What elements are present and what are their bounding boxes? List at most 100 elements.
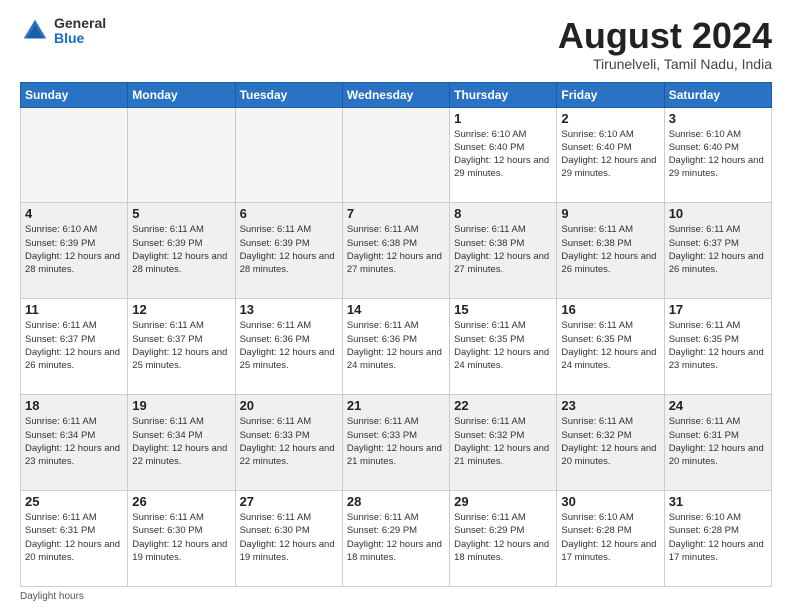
- calendar-day: 31 Sunrise: 6:10 AM Sunset: 6:28 PM Dayli…: [664, 491, 771, 587]
- calendar-day: 20 Sunrise: 6:11 AM Sunset: 6:33 PM Dayli…: [235, 395, 342, 491]
- calendar-header-thursday: Thursday: [450, 82, 557, 107]
- day-number: 13: [240, 302, 338, 317]
- month-title: August 2024: [558, 16, 772, 56]
- calendar-header-wednesday: Wednesday: [342, 82, 449, 107]
- calendar-week-3: 11 Sunrise: 6:11 AM Sunset: 6:37 PM Dayli…: [21, 299, 772, 395]
- day-number: 12: [132, 302, 230, 317]
- calendar-day: 30 Sunrise: 6:10 AM Sunset: 6:28 PM Dayli…: [557, 491, 664, 587]
- calendar-day: 12Sunrise: 6:11 AM Sunset: 6:37 PM Dayli…: [128, 299, 235, 395]
- day-info: Sunrise: 6:11 AM Sunset: 6:38 PM Dayligh…: [454, 223, 552, 276]
- day-number: 15: [454, 302, 552, 317]
- calendar-day: 16 Sunrise: 6:11 AM Sunset: 6:35 PM Dayli…: [557, 299, 664, 395]
- day-number: 31: [669, 494, 767, 509]
- calendar-day: 11 Sunrise: 6:11 AM Sunset: 6:37 PM Dayli…: [21, 299, 128, 395]
- calendar-day: 7 Sunrise: 6:11 AM Sunset: 6:38 PM Daylig…: [342, 203, 449, 299]
- calendar-day: 27Sunrise: 6:11 AM Sunset: 6:30 PM Dayli…: [235, 491, 342, 587]
- day-number: 1: [454, 111, 552, 126]
- day-info: Sunrise: 6:11 AM Sunset: 6:37 PM Dayligh…: [669, 223, 767, 276]
- day-info: Sunrise: 6:11 AM Sunset: 6:39 PM Dayligh…: [240, 223, 338, 276]
- day-info: Sunrise: 6:11 AM Sunset: 6:31 PM Dayligh…: [669, 415, 767, 468]
- day-info: Sunrise: 6:10 AM Sunset: 6:28 PM Dayligh…: [669, 511, 767, 564]
- day-number: 26: [132, 494, 230, 509]
- calendar-day: 17Sunrise: 6:11 AM Sunset: 6:35 PM Dayli…: [664, 299, 771, 395]
- calendar-header-saturday: Saturday: [664, 82, 771, 107]
- calendar-header-tuesday: Tuesday: [235, 82, 342, 107]
- day-number: 11: [25, 302, 123, 317]
- calendar-day: 8 Sunrise: 6:11 AM Sunset: 6:38 PM Daylig…: [450, 203, 557, 299]
- calendar-day: 23 Sunrise: 6:11 AM Sunset: 6:32 PM Dayli…: [557, 395, 664, 491]
- calendar-day: 3Sunrise: 6:10 AM Sunset: 6:40 PM Daylig…: [664, 107, 771, 203]
- calendar-day: 21 Sunrise: 6:11 AM Sunset: 6:33 PM Dayli…: [342, 395, 449, 491]
- day-info: Sunrise: 6:11 AM Sunset: 6:35 PM Dayligh…: [561, 319, 659, 372]
- day-info: Sunrise: 6:11 AM Sunset: 6:30 PM Dayligh…: [240, 511, 338, 564]
- day-number: 25: [25, 494, 123, 509]
- calendar-day: 29 Sunrise: 6:11 AM Sunset: 6:29 PM Dayli…: [450, 491, 557, 587]
- calendar-header-friday: Friday: [557, 82, 664, 107]
- day-number: 6: [240, 206, 338, 221]
- day-number: 8: [454, 206, 552, 221]
- calendar-day: 24 Sunrise: 6:11 AM Sunset: 6:31 PM Dayli…: [664, 395, 771, 491]
- calendar-week-4: 18 Sunrise: 6:11 AM Sunset: 6:34 PM Dayli…: [21, 395, 772, 491]
- calendar-day: 13 Sunrise: 6:11 AM Sunset: 6:36 PM Dayli…: [235, 299, 342, 395]
- day-info: Sunrise: 6:10 AM Sunset: 6:28 PM Dayligh…: [561, 511, 659, 564]
- calendar-day: 1 Sunrise: 6:10 AM Sunset: 6:40 PM Daylig…: [450, 107, 557, 203]
- calendar-day: 2Sunrise: 6:10 AM Sunset: 6:40 PM Daylig…: [557, 107, 664, 203]
- calendar-week-5: 25 Sunrise: 6:11 AM Sunset: 6:31 PM Dayli…: [21, 491, 772, 587]
- page: General Blue August 2024 Tirunelveli, Ta…: [0, 0, 792, 612]
- day-info: Sunrise: 6:11 AM Sunset: 6:38 PM Dayligh…: [347, 223, 445, 276]
- day-number: 17: [669, 302, 767, 317]
- calendar-table: SundayMondayTuesdayWednesdayThursdayFrid…: [20, 82, 772, 587]
- calendar-day: 26 Sunrise: 6:11 AM Sunset: 6:30 PM Dayli…: [128, 491, 235, 587]
- day-info: Sunrise: 6:10 AM Sunset: 6:40 PM Dayligh…: [454, 128, 552, 181]
- calendar-day: 14 Sunrise: 6:11 AM Sunset: 6:36 PM Dayli…: [342, 299, 449, 395]
- calendar-week-1: 1 Sunrise: 6:10 AM Sunset: 6:40 PM Daylig…: [21, 107, 772, 203]
- calendar-day: 22Sunrise: 6:11 AM Sunset: 6:32 PM Dayli…: [450, 395, 557, 491]
- day-number: 18: [25, 398, 123, 413]
- day-number: 24: [669, 398, 767, 413]
- day-info: Sunrise: 6:11 AM Sunset: 6:36 PM Dayligh…: [240, 319, 338, 372]
- day-number: 7: [347, 206, 445, 221]
- day-number: 16: [561, 302, 659, 317]
- location: Tirunelveli, Tamil Nadu, India: [558, 56, 772, 72]
- calendar-day: 25 Sunrise: 6:11 AM Sunset: 6:31 PM Dayli…: [21, 491, 128, 587]
- day-info: Sunrise: 6:11 AM Sunset: 6:29 PM Dayligh…: [347, 511, 445, 564]
- calendar-header-monday: Monday: [128, 82, 235, 107]
- calendar-day: 9 Sunrise: 6:11 AM Sunset: 6:38 PM Daylig…: [557, 203, 664, 299]
- day-info: Sunrise: 6:11 AM Sunset: 6:30 PM Dayligh…: [132, 511, 230, 564]
- day-number: 21: [347, 398, 445, 413]
- day-info: Sunrise: 6:11 AM Sunset: 6:29 PM Dayligh…: [454, 511, 552, 564]
- day-info: Sunrise: 6:11 AM Sunset: 6:35 PM Dayligh…: [454, 319, 552, 372]
- logo-text: General Blue: [54, 16, 106, 47]
- day-info: Sunrise: 6:11 AM Sunset: 6:33 PM Dayligh…: [347, 415, 445, 468]
- calendar-day: 18Sunrise: 6:11 AM Sunset: 6:34 PM Dayli…: [21, 395, 128, 491]
- day-info: Sunrise: 6:11 AM Sunset: 6:31 PM Dayligh…: [25, 511, 123, 564]
- day-info: Sunrise: 6:11 AM Sunset: 6:32 PM Dayligh…: [561, 415, 659, 468]
- day-number: 20: [240, 398, 338, 413]
- day-info: Sunrise: 6:11 AM Sunset: 6:33 PM Dayligh…: [240, 415, 338, 468]
- calendar-day: [342, 107, 449, 203]
- calendar-day: [235, 107, 342, 203]
- calendar-header-sunday: Sunday: [21, 82, 128, 107]
- day-info: Sunrise: 6:11 AM Sunset: 6:37 PM Dayligh…: [25, 319, 123, 372]
- day-number: 14: [347, 302, 445, 317]
- calendar-day: 15 Sunrise: 6:11 AM Sunset: 6:35 PM Dayli…: [450, 299, 557, 395]
- calendar-day: 10Sunrise: 6:11 AM Sunset: 6:37 PM Dayli…: [664, 203, 771, 299]
- day-info: Sunrise: 6:11 AM Sunset: 6:34 PM Dayligh…: [132, 415, 230, 468]
- calendar-day: 4Sunrise: 6:10 AM Sunset: 6:39 PM Daylig…: [21, 203, 128, 299]
- calendar-day: 6 Sunrise: 6:11 AM Sunset: 6:39 PM Daylig…: [235, 203, 342, 299]
- day-info: Sunrise: 6:10 AM Sunset: 6:40 PM Dayligh…: [669, 128, 767, 181]
- day-info: Sunrise: 6:11 AM Sunset: 6:39 PM Dayligh…: [132, 223, 230, 276]
- calendar-week-2: 4Sunrise: 6:10 AM Sunset: 6:39 PM Daylig…: [21, 203, 772, 299]
- day-number: 29: [454, 494, 552, 509]
- day-number: 19: [132, 398, 230, 413]
- calendar-day: 19 Sunrise: 6:11 AM Sunset: 6:34 PM Dayli…: [128, 395, 235, 491]
- day-info: Sunrise: 6:10 AM Sunset: 6:40 PM Dayligh…: [561, 128, 659, 181]
- day-number: 9: [561, 206, 659, 221]
- day-number: 23: [561, 398, 659, 413]
- day-number: 30: [561, 494, 659, 509]
- day-info: Sunrise: 6:11 AM Sunset: 6:36 PM Dayligh…: [347, 319, 445, 372]
- logo-blue: Blue: [54, 31, 106, 46]
- day-info: Sunrise: 6:11 AM Sunset: 6:38 PM Dayligh…: [561, 223, 659, 276]
- calendar-header-row: SundayMondayTuesdayWednesdayThursdayFrid…: [21, 82, 772, 107]
- day-number: 22: [454, 398, 552, 413]
